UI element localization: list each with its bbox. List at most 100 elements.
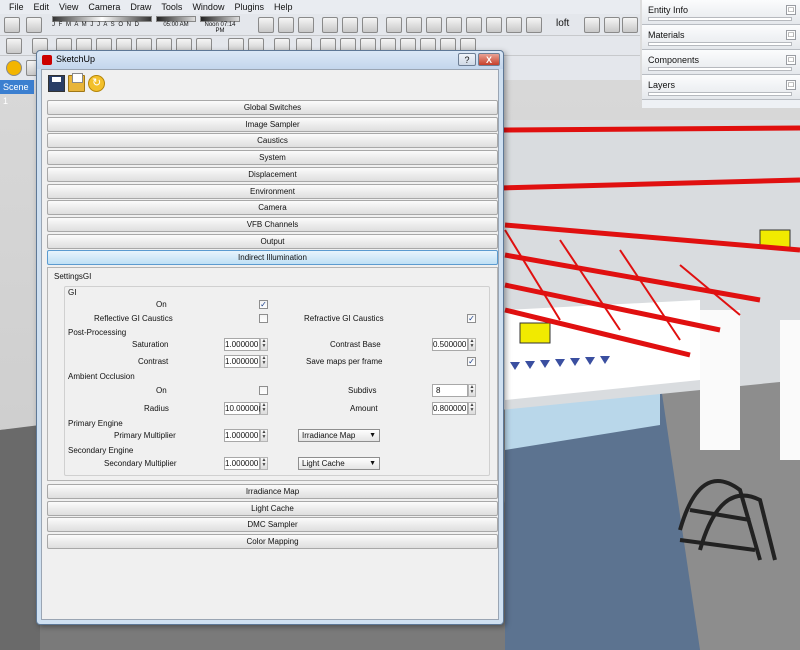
amount-label: Amount <box>350 404 378 413</box>
menu-help[interactable]: Help <box>269 0 298 14</box>
reflective-caustics-checkbox[interactable] <box>259 314 268 323</box>
contrast-base-spinner[interactable]: ▲ ▼ <box>468 338 476 351</box>
shadow-toolbar: J F M A M J J A S O N D 05:00 AM Noon 07… <box>0 14 640 36</box>
rollout-color-mapping[interactable]: Color Mapping <box>47 534 498 549</box>
primary-engine-dropdown[interactable]: Irradiance Map ▼ <box>298 429 380 442</box>
tray-entity-info[interactable]: Entity Info □ <box>642 0 800 25</box>
rollout-caustics[interactable]: Caustics <box>47 133 498 148</box>
tray-title: Layers <box>648 80 676 90</box>
subdivs-input[interactable]: 8 <box>432 384 468 397</box>
close-icon[interactable]: X <box>478 53 500 66</box>
tray-handle[interactable] <box>648 67 792 71</box>
tray-materials[interactable]: Materials □ <box>642 25 800 50</box>
torus-icon[interactable] <box>506 17 522 33</box>
menu-file[interactable]: File <box>4 0 29 14</box>
tray-pin-icon[interactable]: □ <box>786 80 796 90</box>
contrast-base-input[interactable]: 0.500000 <box>432 338 468 351</box>
contrast-input[interactable]: 1.000000 <box>224 355 260 368</box>
tray-handle[interactable] <box>648 17 792 21</box>
triangle-icon[interactable] <box>466 17 482 33</box>
walk-icon[interactable] <box>298 17 314 33</box>
dialog-toolbar <box>42 70 498 98</box>
rollout-displacement[interactable]: Displacement <box>47 167 498 182</box>
vray-render-icon[interactable] <box>322 17 338 33</box>
shadow-month-slider[interactable]: J F M A M J J A S O N D <box>52 16 152 34</box>
sphere-icon[interactable] <box>486 17 502 33</box>
ao-on-checkbox[interactable] <box>259 386 268 395</box>
dialog-titlebar[interactable]: SketchUp ? X <box>37 51 503 69</box>
fog-icon[interactable] <box>258 17 274 33</box>
open-folder-icon[interactable] <box>68 73 85 92</box>
rollout-camera[interactable]: Camera <box>47 200 498 215</box>
rollout-indirect-illumination[interactable]: Indirect Illumination <box>47 250 498 265</box>
cylinder-icon[interactable] <box>446 17 462 33</box>
rollout-irradiance-map[interactable]: Irradiance Map <box>47 484 498 499</box>
tray-pin-icon[interactable]: □ <box>786 30 796 40</box>
rollout-global-switches[interactable]: Global Switches <box>47 100 498 115</box>
pencil-icon[interactable] <box>386 17 402 33</box>
cube-icon[interactable] <box>426 17 442 33</box>
box-hollow-icon[interactable] <box>622 17 638 33</box>
time-slider-end[interactable]: Noon 07:14 PM <box>200 16 240 34</box>
scene-tab[interactable]: Scene 1 <box>0 80 34 106</box>
box-icon[interactable] <box>584 17 600 33</box>
tray-pin-icon[interactable]: □ <box>786 55 796 65</box>
rollout-vfb-channels[interactable]: VFB Channels <box>47 217 498 232</box>
axes-icon[interactable] <box>342 17 358 33</box>
post-processing-label: Post-Processing <box>68 328 127 337</box>
radius-input[interactable]: 10.00000( <box>224 402 261 415</box>
save-icon[interactable] <box>48 75 65 92</box>
amount-spinner[interactable]: ▲ ▼ <box>468 402 476 415</box>
rollout-output[interactable]: Output <box>47 234 498 249</box>
loft-label[interactable]: loft <box>556 18 569 29</box>
help-icon[interactable]: ? <box>458 53 476 66</box>
primary-multiplier-spinner[interactable]: ▲ ▼ <box>260 429 268 442</box>
time-slider[interactable]: 05:00 AM <box>156 16 196 34</box>
radius-spinner[interactable]: ▲ ▼ <box>260 402 268 415</box>
secondary-multiplier-input[interactable]: 1.000000 <box>224 457 260 470</box>
tray-components[interactable]: Components □ <box>642 50 800 75</box>
rollout-image-sampler[interactable]: Image Sampler <box>47 117 498 132</box>
secondary-engine-value: Light Cache <box>302 459 345 468</box>
rollout-dmc-sampler[interactable]: DMC Sampler <box>47 517 498 532</box>
secondary-engine-dropdown[interactable]: Light Cache ▼ <box>298 457 380 470</box>
settings-gi-title: SettingsGI <box>54 272 92 281</box>
save-maps-checkbox[interactable]: ✓ <box>467 357 476 366</box>
contrast-spinner[interactable]: ▲ ▼ <box>260 355 268 368</box>
menu-view[interactable]: View <box>54 0 83 14</box>
time-end-label: 07:14 PM <box>215 22 236 34</box>
menu-plugins[interactable]: Plugins <box>229 0 269 14</box>
saturation-input[interactable]: 1.000000 <box>224 338 260 351</box>
amount-input[interactable]: 0.800000 <box>432 402 468 415</box>
brush-icon[interactable] <box>406 17 422 33</box>
shadow-settings-icon[interactable] <box>4 17 20 33</box>
tray-layers[interactable]: Layers □ <box>642 75 800 100</box>
saturation-spinner[interactable]: ▲ ▼ <box>260 338 268 351</box>
select-arrow-icon[interactable] <box>6 38 22 54</box>
rollout-system[interactable]: System <box>47 150 498 165</box>
footprints-icon[interactable] <box>278 17 294 33</box>
gi-on-checkbox[interactable]: ✓ <box>259 300 268 309</box>
tray-handle[interactable] <box>648 92 792 96</box>
refractive-caustics-checkbox[interactable]: ✓ <box>467 314 476 323</box>
primary-multiplier-input[interactable]: 1.000000 <box>224 429 260 442</box>
grid-icon[interactable] <box>526 17 542 33</box>
revert-icon[interactable] <box>88 75 105 92</box>
subdivs-spinner[interactable]: ▲ ▼ <box>468 384 476 397</box>
menu-tools[interactable]: Tools <box>156 0 187 14</box>
dimension-icon[interactable] <box>362 17 378 33</box>
rollout-light-cache[interactable]: Light Cache <box>47 501 498 516</box>
menu-window[interactable]: Window <box>187 0 229 14</box>
box-open-icon[interactable] <box>604 17 620 33</box>
menu-draw[interactable]: Draw <box>125 0 156 14</box>
secondary-engine-label: Secondary Engine <box>68 446 134 455</box>
display-shadows-icon[interactable] <box>26 17 42 33</box>
vray-options-icon[interactable] <box>6 60 22 76</box>
menu-edit[interactable]: Edit <box>29 0 55 14</box>
rollout-environment[interactable]: Environment <box>47 184 498 199</box>
menu-camera[interactable]: Camera <box>83 0 125 14</box>
tray-handle[interactable] <box>648 42 792 46</box>
secondary-multiplier-spinner[interactable]: ▲ ▼ <box>260 457 268 470</box>
primary-multiplier-label: Primary Multiplier <box>114 431 176 440</box>
tray-pin-icon[interactable]: □ <box>786 5 796 15</box>
